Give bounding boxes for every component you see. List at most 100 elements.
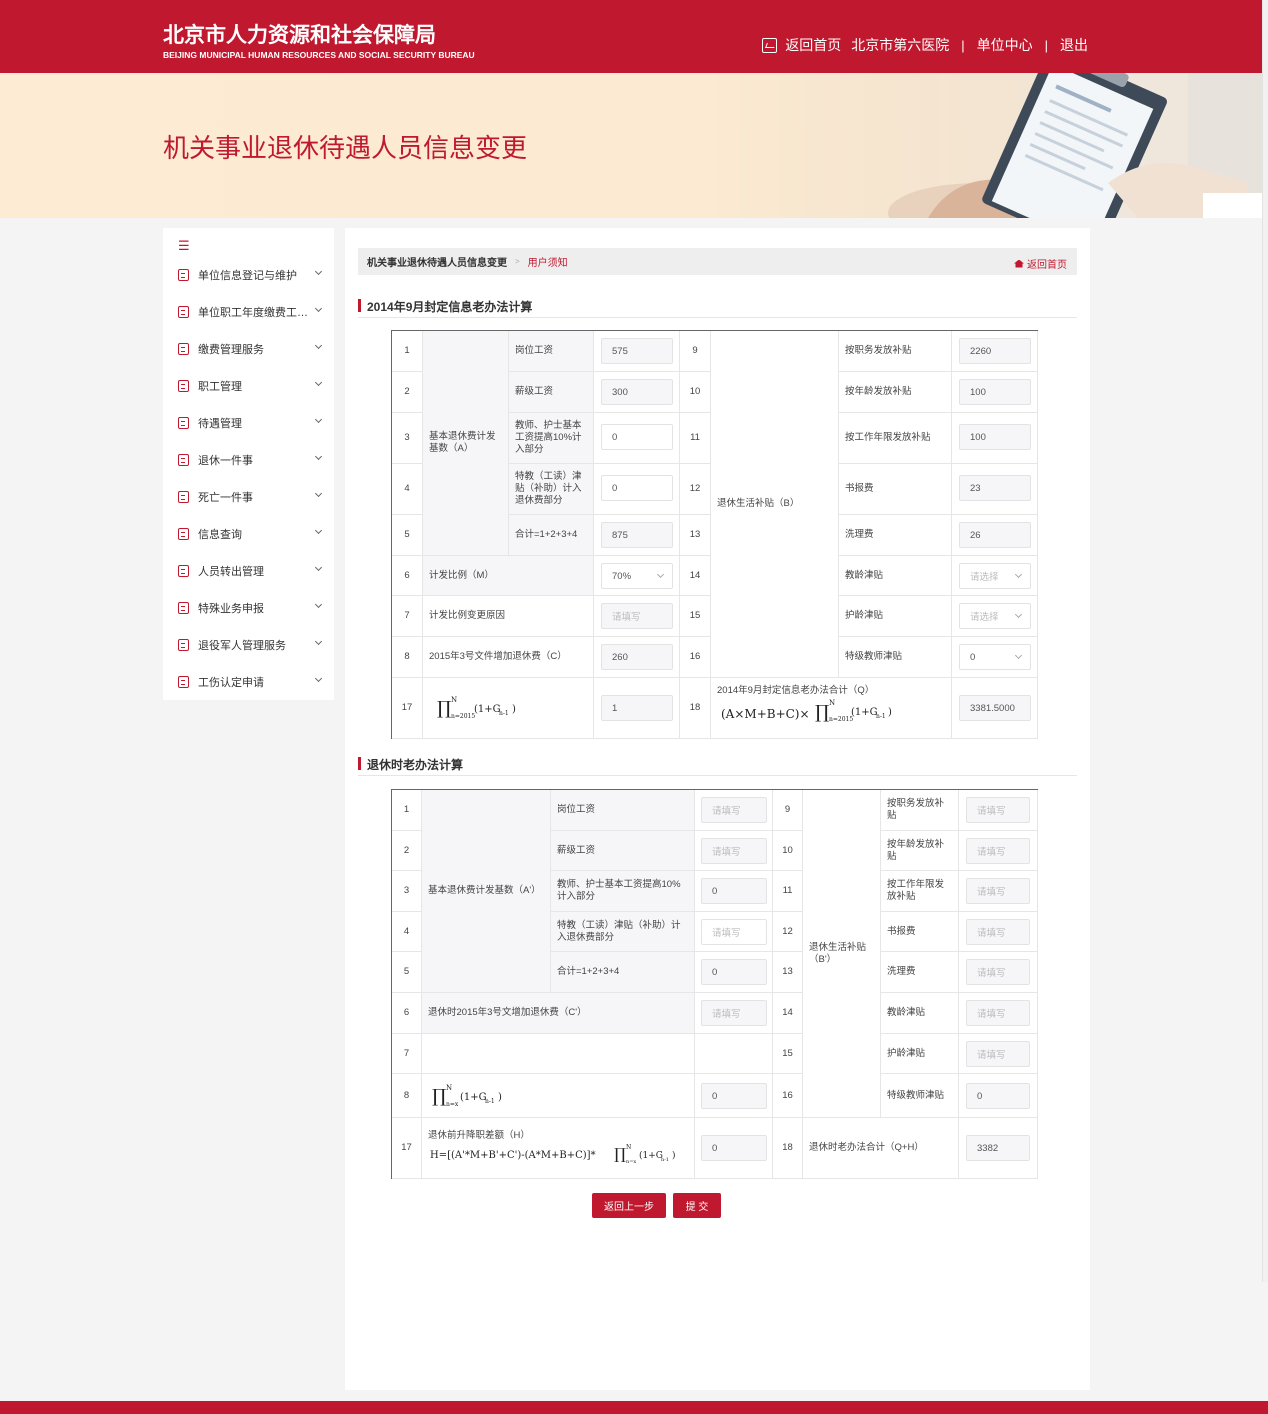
row-number: 14 — [680, 556, 711, 596]
return-home-link[interactable]: 返回首页 — [785, 35, 841, 55]
vertical-scrollbar[interactable] — [1262, 0, 1268, 1282]
input-book-fee[interactable]: 23 — [959, 475, 1031, 501]
row-number: 2 — [392, 372, 423, 413]
field-label: 教师、护士基本工资提高10%计入部分 — [551, 871, 695, 912]
back-step-button[interactable]: 返回上一步 — [592, 1193, 666, 1218]
input-wash-fee-retire[interactable]: 请填写 — [966, 959, 1030, 985]
page-title: 机关事业退休待遇人员信息变更 — [163, 133, 528, 163]
veteran-icon — [178, 638, 189, 651]
input-total-a-prime[interactable]: 0 — [701, 959, 767, 985]
total-q-cell: 2014年9月封定信息老办法合计（Q） (A×M+B+C)× ∏ N n=201… — [711, 678, 952, 739]
input-2015-increase-c-prime[interactable]: 请填写 — [701, 1000, 767, 1026]
svg-text:): ) — [512, 704, 516, 715]
sidebar-item-transfer[interactable]: 人员转出管理 — [163, 552, 334, 589]
sidebar-item-staff[interactable]: 职工管理 — [163, 367, 334, 404]
input-special-teacher-allowance-retire[interactable]: 0 — [966, 1083, 1030, 1109]
svg-text:∏: ∏ — [815, 702, 829, 723]
svg-text:n-1: n-1 — [499, 710, 509, 717]
input-service-allowance-retire[interactable]: 请填写 — [966, 878, 1030, 904]
svg-text:∏: ∏ — [432, 1086, 446, 1107]
unit-name-link[interactable]: 北京市第六医院 — [851, 35, 949, 55]
field-label: 教师、护士基本工资提高10%计入部分 — [509, 413, 594, 464]
submit-button[interactable]: 提 交 — [673, 1193, 721, 1218]
row-number: 9 — [773, 790, 803, 831]
breadcrumb-back-home[interactable]: 返回首页 — [1014, 256, 1067, 271]
select-special-teacher-allowance[interactable]: 0 — [959, 644, 1031, 670]
document-icon — [178, 305, 189, 318]
logout-link[interactable]: 退出 — [1060, 35, 1088, 55]
svg-text:H=[(A'*M+B'+C')-(A*M+B+C)]*: H=[(A'*M+B'+C')-(A*M+B+C)]* — [430, 1150, 596, 1161]
select-nursing-age-allowance[interactable]: 请选择 — [959, 603, 1031, 629]
sidebar-item-retire[interactable]: 退休一件事 — [163, 441, 334, 478]
input-age-allowance-retire[interactable]: 请填写 — [966, 838, 1030, 864]
group-label-a: 基本退休费计发基数（A） — [423, 331, 509, 556]
select-ratio-m[interactable]: 70% — [601, 563, 673, 589]
input-special-edu-retire[interactable]: 请填写 — [701, 919, 767, 945]
top-nav: 返回首页 北京市第六医院 | 单位中心 | 退出 — [762, 35, 1088, 55]
breadcrumb-parent[interactable]: 机关事业退休待遇人员信息变更 — [367, 254, 507, 269]
sidebar-item-query[interactable]: 信息查询 — [163, 515, 334, 552]
svg-text:n-1: n-1 — [485, 1098, 495, 1105]
sidebar-item-death[interactable]: 死亡一件事 — [163, 478, 334, 515]
input-grade-wage[interactable]: 300 — [601, 379, 673, 405]
input-grade-wage-retire[interactable]: 请填写 — [701, 838, 767, 864]
field-label: 薪级工资 — [551, 831, 695, 871]
field-label: 洗理费 — [881, 952, 959, 993]
chevron-down-icon — [314, 526, 323, 535]
chevron-down-icon — [1014, 651, 1023, 660]
input-post-wage-retire[interactable]: 请填写 — [701, 797, 767, 823]
sidebar-item-benefit[interactable]: 待遇管理 — [163, 404, 334, 441]
input-post-wage[interactable]: 575 — [601, 338, 673, 364]
unit-center-link[interactable]: 单位中心 — [977, 35, 1033, 55]
input-wash-fee[interactable]: 26 — [959, 522, 1031, 548]
row-number: 10 — [773, 831, 803, 871]
input-service-allowance[interactable]: 100 — [959, 424, 1031, 450]
input-teacher-nurse-raise[interactable]: 0 — [601, 424, 673, 450]
row-number: 5 — [392, 515, 423, 556]
menu-collapse-icon[interactable]: ☰ — [178, 238, 190, 254]
formula-product-label: ∏ N n=2015 (1+G n-1 ) — [423, 678, 594, 739]
group-label-b: 退休生活补贴（B） — [711, 331, 839, 678]
row-number: 1 — [392, 331, 423, 372]
nav-separator: | — [961, 37, 965, 53]
row-number: 6 — [392, 993, 422, 1034]
sidebar-item-wage-declare[interactable]: 单位职工年度缴费工资申报 — [163, 293, 334, 330]
input-teacher-nurse-raise-retire[interactable]: 0 — [701, 878, 767, 904]
field-label: 合计=1+2+3+4 — [551, 952, 695, 993]
input-2015-increase-c[interactable]: 260 — [601, 644, 673, 670]
input-total-q[interactable]: 3381.5000 — [959, 695, 1031, 721]
input-product-value-retire[interactable]: 0 — [701, 1083, 767, 1109]
section-title: 2014年9月封定信息老办法计算 — [367, 300, 533, 314]
row-number: 11 — [773, 871, 803, 912]
select-teaching-age-allowance[interactable]: 请选择 — [959, 563, 1031, 589]
sidebar-item-special[interactable]: 特殊业务申报 — [163, 589, 334, 626]
input-total-qh[interactable]: 3382 — [966, 1135, 1030, 1161]
input-nursing-age-allowance-retire[interactable]: 请填写 — [966, 1041, 1030, 1067]
row-number: 16 — [680, 637, 711, 678]
org-name-cn: 北京市人力资源和社会保障局 — [163, 24, 436, 47]
svg-text:n=x: n=x — [446, 1101, 459, 1108]
input-ratio-change-reason[interactable]: 请填写 — [601, 603, 673, 629]
row-number: 2 — [392, 831, 422, 871]
top-header: 北京市人力资源和社会保障局 BEIJING MUNICIPAL HUMAN RE… — [0, 0, 1268, 73]
sidebar-item-veteran[interactable]: 退役军人管理服务 — [163, 626, 334, 663]
input-age-allowance[interactable]: 100 — [959, 379, 1031, 405]
row-number: 16 — [773, 1074, 803, 1118]
field-label: 特教（工读）津贴（补助）计入退休费部分 — [509, 464, 594, 515]
sidebar: ☰ 单位信息登记与维护 单位职工年度缴费工资申报 缴费管理服务 职工管理 待遇管… — [163, 228, 334, 700]
input-special-edu-allowance[interactable]: 0 — [601, 475, 673, 501]
input-book-fee-retire[interactable]: 请填写 — [966, 919, 1030, 945]
input-position-allowance[interactable]: 2260 — [959, 338, 1031, 364]
sidebar-item-unit-info[interactable]: 单位信息登记与维护 — [163, 256, 334, 293]
return-home-icon[interactable] — [762, 37, 778, 53]
input-position-allowance-retire[interactable]: 请填写 — [966, 797, 1030, 823]
input-teaching-age-allowance-retire[interactable]: 请填写 — [966, 1000, 1030, 1026]
input-product-value[interactable]: 1 — [601, 695, 673, 721]
breadcrumb-arrow: > — [515, 257, 520, 266]
input-h-value[interactable]: 0 — [701, 1135, 767, 1161]
sidebar-item-payment[interactable]: 缴费管理服务 — [163, 330, 334, 367]
chevron-down-icon — [314, 304, 323, 313]
input-total-a[interactable]: 875 — [601, 522, 673, 548]
sidebar-item-injury[interactable]: 工伤认定申请 — [163, 663, 334, 700]
chevron-down-icon — [656, 570, 665, 579]
